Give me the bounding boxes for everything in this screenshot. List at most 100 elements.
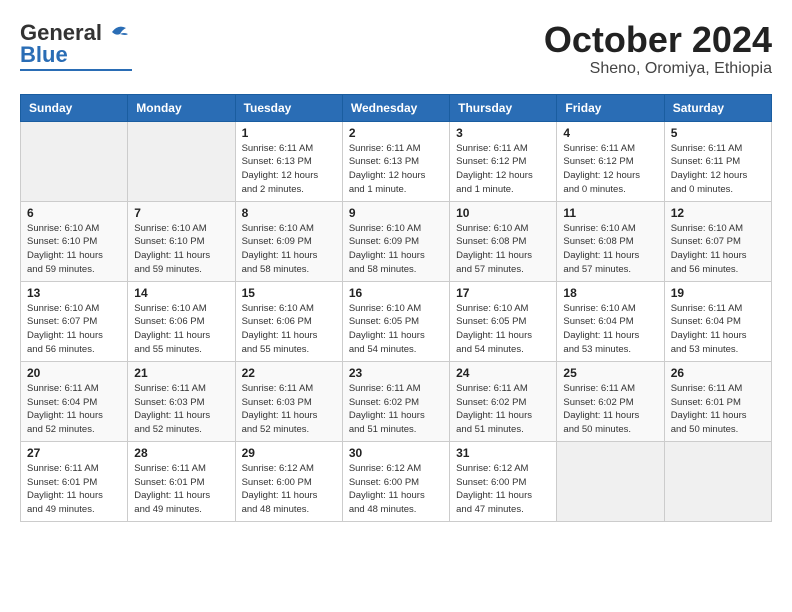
calendar-cell: 26Sunrise: 6:11 AM Sunset: 6:01 PM Dayli…: [664, 361, 771, 441]
calendar-cell: 20 Sunrise: 6:11 AM Sunset: 6:04 PM Dayli…: [21, 361, 128, 441]
day-number: 6: [27, 206, 121, 220]
weekday-header: Saturday: [664, 94, 771, 121]
day-info: Sunrise: 6:10 AM Sunset: 6:07 PM Dayligh…: [27, 302, 121, 357]
day-info: Sunrise: 6:11 AM Sunset: 6:03 PM Dayligh…: [242, 382, 336, 437]
day-info: Sunrise: 6:10 AM Sunset: 6:05 PM Dayligh…: [349, 302, 443, 357]
calendar-cell: 29 Sunrise: 6:12 AM Sunset: 6:00 PM Dayli…: [235, 441, 342, 521]
title-section: October 2024 Sheno, Oromiya, Ethiopia: [544, 20, 772, 78]
logo-blue: Blue: [20, 42, 68, 68]
calendar-cell: 15 Sunrise: 6:10 AM Sunset: 6:06 PM Dayli…: [235, 281, 342, 361]
calendar-cell: 21Sunrise: 6:11 AM Sunset: 6:03 PM Dayli…: [128, 361, 235, 441]
day-number: 18: [563, 286, 657, 300]
day-info: Sunrise: 6:12 AM Sunset: 6:00 PM Dayligh…: [349, 462, 443, 517]
day-number: 28: [134, 446, 228, 460]
day-number: 5: [671, 126, 765, 140]
day-number: 30: [349, 446, 443, 460]
calendar-cell: 10 Sunrise: 6:10 AM Sunset: 6:08 PM Dayli…: [450, 201, 557, 281]
location-subtitle: Sheno, Oromiya, Ethiopia: [544, 60, 772, 78]
calendar-cell: [557, 441, 664, 521]
day-info: Sunrise: 6:11 AM Sunset: 6:01 PM Dayligh…: [27, 462, 121, 517]
day-number: 10: [456, 206, 550, 220]
day-number: 22: [242, 366, 336, 380]
day-info: Sunrise: 6:10 AM Sunset: 6:07 PM Dayligh…: [671, 222, 765, 277]
day-info: Sunrise: 6:11 AM Sunset: 6:04 PM Dayligh…: [27, 382, 121, 437]
calendar-cell: 1Sunrise: 6:11 AM Sunset: 6:13 PM Daylig…: [235, 121, 342, 201]
weekday-header: Friday: [557, 94, 664, 121]
logo: General Blue: [20, 20, 132, 71]
calendar-cell: 19Sunrise: 6:11 AM Sunset: 6:04 PM Dayli…: [664, 281, 771, 361]
calendar-cell: 2 Sunrise: 6:11 AM Sunset: 6:13 PM Daylig…: [342, 121, 449, 201]
calendar-cell: 18 Sunrise: 6:10 AM Sunset: 6:04 PM Dayli…: [557, 281, 664, 361]
calendar-cell: 7Sunrise: 6:10 AM Sunset: 6:10 PM Daylig…: [128, 201, 235, 281]
day-number: 23: [349, 366, 443, 380]
calendar-cell: 16Sunrise: 6:10 AM Sunset: 6:05 PM Dayli…: [342, 281, 449, 361]
calendar-cell: 17 Sunrise: 6:10 AM Sunset: 6:05 PM Dayli…: [450, 281, 557, 361]
day-info: Sunrise: 6:12 AM Sunset: 6:00 PM Dayligh…: [242, 462, 336, 517]
calendar-cell: 13 Sunrise: 6:10 AM Sunset: 6:07 PM Dayli…: [21, 281, 128, 361]
day-number: 11: [563, 206, 657, 220]
day-number: 24: [456, 366, 550, 380]
day-info: Sunrise: 6:11 AM Sunset: 6:02 PM Dayligh…: [349, 382, 443, 437]
day-info: Sunrise: 6:12 AM Sunset: 6:00 PM Dayligh…: [456, 462, 550, 517]
day-number: 8: [242, 206, 336, 220]
weekday-header: Tuesday: [235, 94, 342, 121]
calendar-cell: 27Sunrise: 6:11 AM Sunset: 6:01 PM Dayli…: [21, 441, 128, 521]
day-number: 26: [671, 366, 765, 380]
calendar-cell: 12 Sunrise: 6:10 AM Sunset: 6:07 PM Dayli…: [664, 201, 771, 281]
day-info: Sunrise: 6:10 AM Sunset: 6:04 PM Dayligh…: [563, 302, 657, 357]
day-info: Sunrise: 6:11 AM Sunset: 6:12 PM Dayligh…: [563, 142, 657, 197]
month-title: October 2024: [544, 20, 772, 60]
calendar-week-row: 6 Sunrise: 6:10 AM Sunset: 6:10 PM Daylig…: [21, 201, 772, 281]
weekday-header: Thursday: [450, 94, 557, 121]
calendar-cell: 25 Sunrise: 6:11 AM Sunset: 6:02 PM Dayli…: [557, 361, 664, 441]
day-number: 19: [671, 286, 765, 300]
day-info: Sunrise: 6:11 AM Sunset: 6:02 PM Dayligh…: [563, 382, 657, 437]
day-info: Sunrise: 6:11 AM Sunset: 6:02 PM Dayligh…: [456, 382, 550, 437]
calendar-cell: 28 Sunrise: 6:11 AM Sunset: 6:01 PM Dayli…: [128, 441, 235, 521]
day-number: 15: [242, 286, 336, 300]
calendar-cell: [21, 121, 128, 201]
page-header: General Blue October 2024 Sheno, Oromiya…: [20, 20, 772, 78]
day-number: 29: [242, 446, 336, 460]
day-number: 13: [27, 286, 121, 300]
calendar-cell: 30 Sunrise: 6:12 AM Sunset: 6:00 PM Dayli…: [342, 441, 449, 521]
day-number: 17: [456, 286, 550, 300]
day-info: Sunrise: 6:11 AM Sunset: 6:01 PM Dayligh…: [134, 462, 228, 517]
calendar-cell: [128, 121, 235, 201]
calendar-cell: 23 Sunrise: 6:11 AM Sunset: 6:02 PM Dayli…: [342, 361, 449, 441]
day-info: Sunrise: 6:11 AM Sunset: 6:13 PM Dayligh…: [242, 142, 336, 197]
day-number: 3: [456, 126, 550, 140]
day-number: 25: [563, 366, 657, 380]
calendar-week-row: 13 Sunrise: 6:10 AM Sunset: 6:07 PM Dayli…: [21, 281, 772, 361]
day-info: Sunrise: 6:10 AM Sunset: 6:08 PM Dayligh…: [563, 222, 657, 277]
calendar-cell: [664, 441, 771, 521]
day-info: Sunrise: 6:11 AM Sunset: 6:13 PM Dayligh…: [349, 142, 443, 197]
day-info: Sunrise: 6:11 AM Sunset: 6:11 PM Dayligh…: [671, 142, 765, 197]
day-info: Sunrise: 6:10 AM Sunset: 6:09 PM Dayligh…: [242, 222, 336, 277]
day-number: 14: [134, 286, 228, 300]
calendar-table: SundayMondayTuesdayWednesdayThursdayFrid…: [20, 94, 772, 522]
day-info: Sunrise: 6:11 AM Sunset: 6:03 PM Dayligh…: [134, 382, 228, 437]
day-number: 12: [671, 206, 765, 220]
day-info: Sunrise: 6:10 AM Sunset: 6:06 PM Dayligh…: [134, 302, 228, 357]
calendar-cell: 8 Sunrise: 6:10 AM Sunset: 6:09 PM Daylig…: [235, 201, 342, 281]
calendar-week-row: 27Sunrise: 6:11 AM Sunset: 6:01 PM Dayli…: [21, 441, 772, 521]
day-info: Sunrise: 6:10 AM Sunset: 6:10 PM Dayligh…: [134, 222, 228, 277]
day-number: 31: [456, 446, 550, 460]
calendar-cell: 14 Sunrise: 6:10 AM Sunset: 6:06 PM Dayli…: [128, 281, 235, 361]
calendar-cell: 22 Sunrise: 6:11 AM Sunset: 6:03 PM Dayli…: [235, 361, 342, 441]
day-number: 2: [349, 126, 443, 140]
day-info: Sunrise: 6:10 AM Sunset: 6:06 PM Dayligh…: [242, 302, 336, 357]
day-number: 20: [27, 366, 121, 380]
calendar-cell: 5 Sunrise: 6:11 AM Sunset: 6:11 PM Daylig…: [664, 121, 771, 201]
weekday-header: Monday: [128, 94, 235, 121]
calendar-week-row: 20 Sunrise: 6:11 AM Sunset: 6:04 PM Dayli…: [21, 361, 772, 441]
calendar-cell: 3Sunrise: 6:11 AM Sunset: 6:12 PM Daylig…: [450, 121, 557, 201]
day-info: Sunrise: 6:10 AM Sunset: 6:05 PM Dayligh…: [456, 302, 550, 357]
day-info: Sunrise: 6:10 AM Sunset: 6:10 PM Dayligh…: [27, 222, 121, 277]
calendar-cell: 9Sunrise: 6:10 AM Sunset: 6:09 PM Daylig…: [342, 201, 449, 281]
day-number: 9: [349, 206, 443, 220]
calendar-cell: 11 Sunrise: 6:10 AM Sunset: 6:08 PM Dayli…: [557, 201, 664, 281]
logo-bird-icon: [104, 22, 132, 44]
day-info: Sunrise: 6:10 AM Sunset: 6:08 PM Dayligh…: [456, 222, 550, 277]
